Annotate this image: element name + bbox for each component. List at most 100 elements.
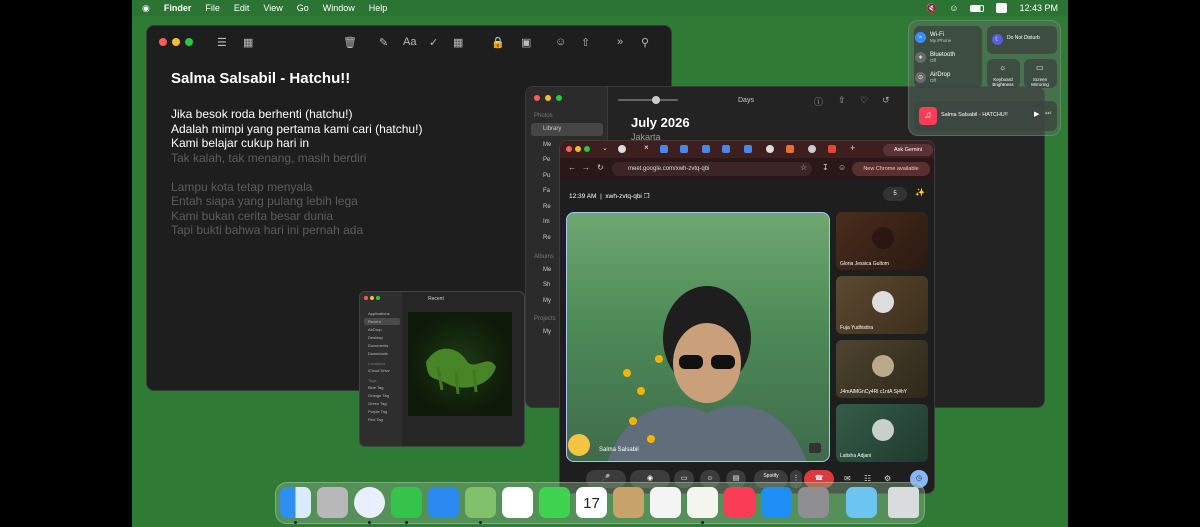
view-picker[interactable]: Days: [738, 97, 754, 104]
dock-app-store-icon[interactable]: [761, 487, 792, 518]
download-icon[interactable]: ↧: [822, 163, 829, 172]
bookmark-star-icon[interactable]: ☆: [800, 163, 807, 172]
search-icon[interactable]: ⚲: [641, 36, 649, 49]
lock-icon[interactable]: 🔒: [491, 36, 505, 49]
menu-help[interactable]: Help: [369, 3, 388, 13]
dock-notes-icon[interactable]: [687, 487, 718, 518]
finder-sidebar-item[interactable]: iCloud Drive: [364, 367, 400, 374]
format-text-button[interactable]: Aa: [403, 36, 416, 48]
tab-microsoft[interactable]: [786, 145, 794, 153]
wifi-toggle[interactable]: ≈ Wi-Fi My iPhone: [915, 32, 951, 43]
back-icon[interactable]: ←: [568, 163, 576, 172]
compose-icon[interactable]: ✎: [379, 36, 388, 49]
note-title[interactable]: Salma Salsabil - Hatchu!!: [171, 70, 350, 87]
minimize-button[interactable]: [172, 38, 180, 46]
participant-tile[interactable]: J4mAlMGnCy4Rl c1ntA Sj4hY: [836, 340, 928, 398]
share-icon[interactable]: ⇧: [838, 95, 846, 106]
now-playing-tile[interactable]: ♫ Salma Salsabil - HATCHU!! ▶ ⏭: [914, 101, 1057, 131]
note-body[interactable]: Jika besok roda berhenti (hatchu!) Adala…: [171, 107, 422, 238]
rotate-icon[interactable]: ↺: [882, 95, 890, 106]
favorite-icon[interactable]: ♡: [860, 95, 868, 106]
reload-icon[interactable]: ↻: [597, 163, 604, 172]
sidebar-item-library[interactable]: Library: [531, 123, 603, 136]
finder-sidebar-item[interactable]: Orange Tag: [364, 392, 400, 399]
close-button[interactable]: [159, 38, 167, 46]
info-icon[interactable]: ⓘ: [814, 95, 823, 108]
close-button[interactable]: [364, 296, 368, 300]
finder-sidebar-item[interactable]: AirDrop: [364, 326, 400, 333]
finder-sidebar-item[interactable]: Red Tag: [364, 416, 400, 423]
tab-github[interactable]: [808, 145, 816, 153]
dock-contacts-icon[interactable]: [613, 487, 644, 518]
url-input[interactable]: meet.google.com/xwh-zvtq-qbi: [612, 162, 812, 176]
menu-file[interactable]: File: [205, 3, 220, 13]
menu-view[interactable]: View: [263, 3, 282, 13]
zoom-button[interactable]: [185, 38, 193, 46]
participant-tile[interactable]: Latisha Adjani: [836, 404, 928, 462]
copy-icon[interactable]: ❐: [644, 193, 650, 200]
minimize-button[interactable]: [575, 146, 581, 152]
dock-facetime-icon[interactable]: [539, 487, 570, 518]
zoom-slider-knob[interactable]: [652, 96, 660, 104]
tab-google[interactable]: [618, 145, 626, 153]
dock-mail-icon[interactable]: [428, 487, 459, 518]
media-icon[interactable]: ▣: [521, 36, 531, 49]
dock-system-settings-icon[interactable]: [798, 487, 829, 518]
share-icon[interactable]: ⇧: [581, 36, 590, 49]
mute-icon[interactable]: 🔇: [926, 3, 937, 14]
finder-sidebar-item[interactable]: Green Tag: [364, 400, 400, 407]
tab-doc[interactable]: [702, 145, 710, 153]
profile-icon[interactable]: ☺: [838, 163, 846, 172]
dock-calendar-icon[interactable]: 17: [576, 487, 607, 518]
menu-clock[interactable]: 12:43 PM: [1019, 3, 1058, 13]
tab-doc[interactable]: [722, 145, 730, 153]
effects-icon[interactable]: ✨: [915, 188, 925, 197]
finder-sidebar-item[interactable]: Recent: [364, 318, 400, 325]
participant-tile[interactable]: Fuja Yudhistira: [836, 276, 928, 334]
tab-doc[interactable]: [660, 145, 668, 153]
dock-finder-icon[interactable]: [280, 487, 311, 518]
main-video-tile[interactable]: Salma Salsabil: [566, 212, 830, 462]
participants-count[interactable]: 5: [883, 187, 907, 201]
finder-sidebar-item[interactable]: Purple Tag: [364, 408, 400, 415]
close-button[interactable]: [534, 95, 540, 101]
finder-sidebar-item[interactable]: Desktop: [364, 334, 400, 341]
minimize-button[interactable]: [370, 296, 374, 300]
dock-trash-icon[interactable]: [888, 487, 919, 518]
dock-music-icon[interactable]: [724, 487, 755, 518]
forward-icon[interactable]: →: [582, 163, 590, 172]
dock-messages-icon[interactable]: [391, 487, 422, 518]
zoom-button[interactable]: [376, 296, 380, 300]
collaborate-icon[interactable]: ☺: [555, 36, 566, 48]
close-button[interactable]: [566, 146, 572, 152]
dock-launchpad-icon[interactable]: [317, 487, 348, 518]
finder-sidebar-item[interactable]: Documents: [364, 342, 400, 349]
tab-search-icon[interactable]: ⌄: [602, 144, 608, 152]
checklist-icon[interactable]: ✓: [429, 36, 438, 49]
tab-doc[interactable]: [680, 145, 688, 153]
zoom-button[interactable]: [584, 146, 590, 152]
menu-window[interactable]: Window: [323, 3, 355, 13]
dock-safari-icon[interactable]: [354, 487, 385, 518]
file-thumbnail[interactable]: [408, 312, 512, 416]
new-tab-icon[interactable]: +: [850, 143, 855, 153]
screen-mirroring-tile[interactable]: Screen Mirroring ▭: [1024, 59, 1057, 88]
pin-icon[interactable]: [809, 443, 821, 453]
play-icon[interactable]: ▶: [1034, 110, 1039, 118]
tab-other[interactable]: [828, 145, 836, 153]
tab-doc[interactable]: [744, 145, 752, 153]
more-chevron-icon[interactable]: »: [617, 36, 623, 48]
menu-go[interactable]: Go: [297, 3, 309, 13]
list-view-icon[interactable]: ☰: [217, 36, 227, 49]
dnd-tile[interactable]: ☾ Do Not Disturb: [987, 26, 1057, 54]
table-icon[interactable]: ▦: [453, 36, 463, 49]
menu-app-finder[interactable]: Finder: [164, 3, 192, 13]
menu-edit[interactable]: Edit: [234, 3, 250, 13]
tab-google[interactable]: [766, 145, 774, 153]
control-center-icon[interactable]: [996, 3, 1008, 13]
participant-tile[interactable]: Gloria Jessica Gultom: [836, 212, 928, 270]
zoom-button[interactable]: [556, 95, 562, 101]
next-track-icon[interactable]: ⏭: [1045, 110, 1051, 118]
zoom-slider[interactable]: [618, 99, 678, 101]
battery-icon[interactable]: [970, 4, 985, 12]
